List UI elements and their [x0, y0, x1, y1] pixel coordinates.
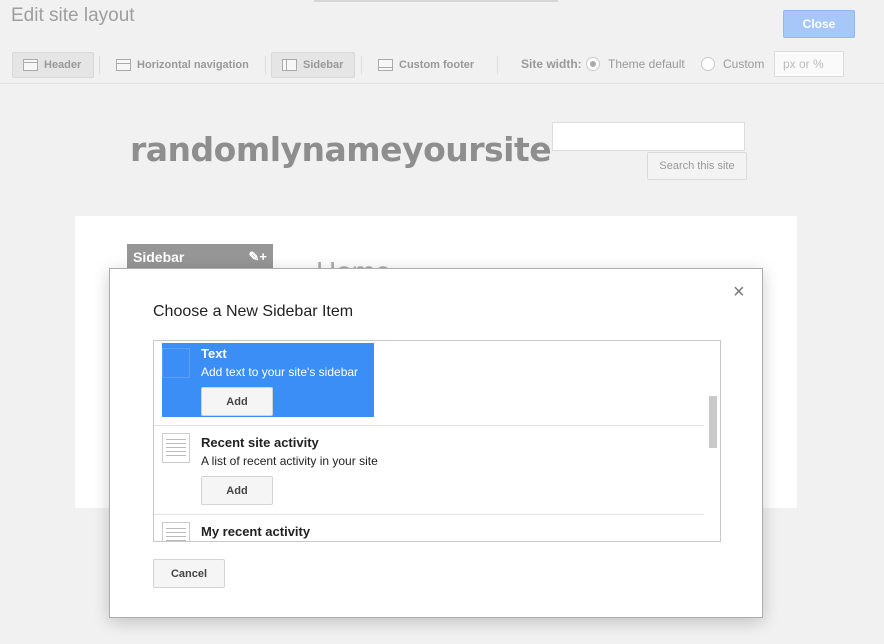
search-input[interactable] — [552, 122, 745, 151]
custom-width-radio[interactable] — [701, 57, 715, 71]
text-item-icon — [162, 348, 190, 378]
site-width-input[interactable]: px or % — [774, 51, 844, 77]
footer-layout-icon — [378, 59, 393, 71]
scrollbar-thumb[interactable] — [709, 396, 717, 448]
add-button[interactable]: Add — [201, 387, 273, 416]
header-toggle-button[interactable]: Header — [12, 52, 94, 78]
sidebar-header: Sidebar ✎+ — [127, 244, 273, 269]
item-name: Recent site activity — [201, 435, 319, 450]
custom-width-label: Custom — [723, 57, 765, 71]
site-width-label: Site width: — [521, 57, 582, 71]
sidebar-item-list[interactable]: Text Add text to your site's sidebar Add… — [153, 340, 721, 542]
horizontal-nav-label: Horizontal navigation — [137, 59, 249, 71]
item-description: A list of recent activity in your site — [201, 454, 378, 468]
recent-site-activity-icon — [162, 433, 190, 463]
sidebar-toggle-button[interactable]: Sidebar — [271, 52, 355, 78]
dialog-title: Choose a New Sidebar Item — [153, 303, 354, 320]
site-name[interactable]: randomlynameyoursite — [130, 130, 552, 169]
theme-default-radio[interactable] — [586, 57, 600, 71]
add-button[interactable]: Add — [201, 476, 273, 505]
theme-default-label: Theme default — [608, 57, 685, 71]
my-recent-activity-icon — [162, 522, 190, 541]
horizontal-nav-layout-icon — [116, 59, 131, 71]
toolbar-divider — [361, 56, 362, 74]
list-item[interactable]: Text Add text to your site's sidebar Add — [154, 341, 704, 429]
close-button[interactable]: Close — [783, 10, 855, 38]
edit-add-icon[interactable]: ✎+ — [249, 249, 267, 265]
item-name: Text — [201, 346, 227, 361]
top-notch — [314, 0, 558, 2]
header-toggle-label: Header — [44, 59, 82, 71]
page-title: Edit site layout — [11, 5, 135, 26]
sidebar-layout-icon — [282, 59, 297, 71]
close-icon[interactable]: × — [733, 282, 745, 302]
sidebar-header-label: Sidebar — [133, 249, 185, 265]
top-bar: Edit site layout Close — [0, 0, 884, 46]
header-layout-icon — [23, 59, 38, 71]
toolbar-divider — [497, 56, 498, 74]
toolbar-divider — [99, 56, 100, 74]
list-item[interactable]: My recent activity — [154, 515, 704, 541]
choose-sidebar-item-dialog: × Choose a New Sidebar Item Text Add tex… — [109, 268, 763, 618]
list-item[interactable]: Recent site activity A list of recent ac… — [154, 426, 704, 514]
custom-footer-label: Custom footer — [399, 59, 475, 71]
custom-footer-toggle-button[interactable]: Custom footer — [368, 52, 488, 78]
sidebar-toggle-label: Sidebar — [303, 59, 344, 71]
horizontal-nav-toggle-button[interactable]: Horizontal navigation — [106, 52, 258, 78]
item-description: Add text to your site's sidebar — [201, 365, 359, 379]
search-button[interactable]: Search this site — [647, 152, 747, 180]
toolbar-divider — [265, 56, 266, 74]
cancel-button[interactable]: Cancel — [153, 559, 225, 588]
item-name: My recent activity — [201, 524, 311, 539]
